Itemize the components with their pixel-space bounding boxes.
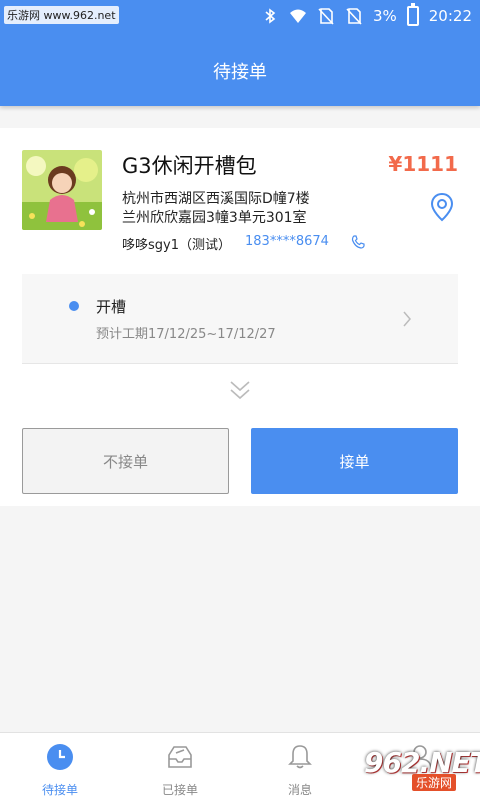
chevron-right-icon (403, 311, 411, 327)
expand-chevron-icon[interactable] (228, 378, 252, 404)
status-icons: 3% 20:22 (261, 3, 472, 26)
task-period: 预计工期17/12/25~17/12/27 (96, 327, 276, 342)
inbox-icon (168, 746, 192, 768)
product-name: G3休闲开槽包 (122, 154, 257, 178)
task-item[interactable]: 开槽 预计工期17/12/25~17/12/27 (22, 274, 458, 364)
nav-label: 消息 (287, 783, 312, 797)
task-status-dot (69, 301, 79, 311)
page-title: 待接单 (213, 62, 267, 83)
clock-time: 20:22 (428, 7, 472, 25)
battery-percent: 3% (372, 7, 397, 25)
order-price: ¥1111 (388, 152, 458, 176)
bell-icon (288, 745, 312, 769)
app-bar: 乐游网 www.962.net 3% 20:22 待接单 (0, 0, 480, 106)
status-bar: 乐游网 www.962.net 3% 20:22 (0, 0, 480, 34)
phone-call-icon[interactable] (350, 234, 366, 250)
contact-phone[interactable]: 183****8674 (245, 234, 329, 249)
bluetooth-icon (265, 8, 276, 24)
no-sim-icon (318, 8, 334, 25)
nav-item-pending[interactable]: 待接单 (0, 733, 120, 800)
accept-order-button[interactable]: 接单 (251, 428, 458, 494)
battery-icon (406, 3, 419, 26)
watermark: 乐游网 www.962.net (4, 6, 119, 24)
nav-item-accepted[interactable]: 已接单 (120, 733, 240, 800)
address-line-2: 兰州欣欣嘉园3幢3单元301室 (122, 210, 307, 226)
wifi-icon (289, 9, 306, 23)
contact-name: 哆哆sgy1（测试） (122, 238, 231, 253)
product-thumbnail[interactable] (22, 150, 102, 230)
watermark-logo-text: 乐游网 (412, 774, 457, 791)
task-name: 开槽 (96, 298, 127, 316)
address: 杭州市西湖区西溪国际D幢7楼 兰州欣欣嘉园3幢3单元301室 (122, 190, 310, 228)
address-line-1: 杭州市西湖区西溪国际D幢7楼 (122, 191, 310, 207)
reject-order-button[interactable]: 不接单 (22, 428, 229, 494)
no-sim-icon (346, 8, 362, 25)
nav-label: 待接单 (41, 783, 78, 797)
clock-icon (47, 744, 73, 770)
nav-label: 已接单 (161, 783, 198, 797)
location-pin-icon[interactable] (430, 192, 454, 222)
order-card: G3休闲开槽包 ¥1111 杭州市西湖区西溪国际D幢7楼 兰州欣欣嘉园3幢3单元… (0, 128, 480, 506)
site-watermark-logo: 962.NET 乐游网 (342, 742, 480, 796)
